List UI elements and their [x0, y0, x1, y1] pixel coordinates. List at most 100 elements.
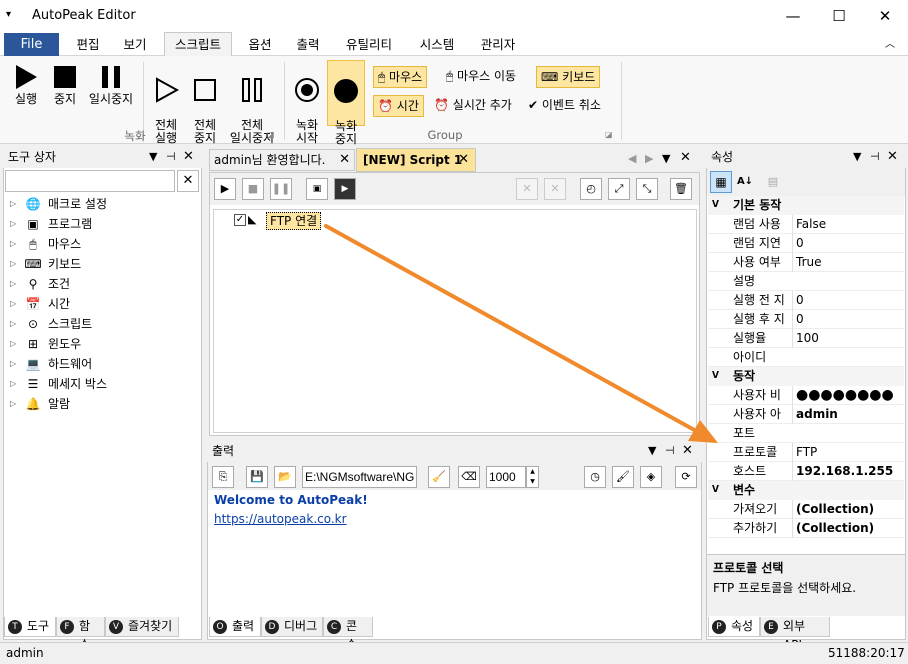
run-button[interactable]: 실행 — [8, 64, 44, 106]
quick-access-caret-icon[interactable]: ▾ — [6, 9, 11, 20]
scroll-tabs-right-icon[interactable]: ▶ — [645, 152, 653, 165]
prop-row[interactable]: 포트 — [708, 424, 904, 443]
close-panel-icon[interactable]: ✕ — [887, 149, 898, 164]
collapse-icon[interactable]: ⤡ — [636, 178, 658, 200]
tree-item-script[interactable]: ▷ ⊙ 스크립트 — [10, 314, 92, 334]
clean-icon[interactable]: 🧹 — [428, 466, 450, 488]
fill-icon[interactable]: ◈ — [640, 466, 662, 488]
event-cancel-button[interactable]: ✔ 이벤트 취소 — [524, 95, 605, 117]
menu-file[interactable]: File — [4, 33, 59, 56]
tab-output[interactable]: O 출력 — [209, 617, 261, 637]
panel-menu-icon[interactable]: ▼ — [149, 150, 157, 163]
tree-item-time[interactable]: ▷ 📅 시간 — [10, 294, 70, 314]
script-run-button[interactable]: ▶ — [214, 178, 236, 200]
prop-row[interactable]: 추가하기 (Collection) — [708, 519, 904, 538]
tree-item-macro-settings[interactable]: ▷ 🌐 매크로 설정 — [10, 194, 107, 214]
collapse-ribbon-icon[interactable]: ︿ — [880, 35, 900, 55]
script-pause-button[interactable]: ❚❚ — [270, 178, 292, 200]
categorized-icon[interactable]: ▦ — [710, 171, 732, 193]
sort-alpha-icon[interactable]: A↓ — [734, 171, 756, 193]
toolbox-search-input[interactable] — [5, 170, 175, 192]
tab-script-1[interactable]: [NEW] Script 1 ✕ — [356, 148, 476, 172]
clock-icon[interactable]: ◷ — [584, 466, 606, 488]
menu-admin[interactable]: 관리자 — [470, 35, 526, 55]
maximize-button[interactable]: ☐ — [816, 0, 862, 32]
tree-item-mouse[interactable]: ▷ 🖱 마우스 — [10, 234, 81, 254]
prop-row[interactable]: 가져오기 (Collection) — [708, 500, 904, 519]
tab-console[interactable]: C콘솔 — [323, 617, 373, 652]
realtime-add-button[interactable]: ⏰ 실시간 추가 — [430, 95, 516, 117]
menu-options[interactable]: 옵션 — [240, 35, 280, 55]
clear-search-button[interactable]: ✕ — [177, 170, 199, 192]
menu-system[interactable]: 시스템 — [410, 35, 464, 55]
menu-output[interactable]: 출력 — [288, 35, 328, 55]
disabled-tool-button[interactable]: ✕ — [544, 178, 566, 200]
save-log-icon[interactable]: ⎘ — [212, 466, 234, 488]
close-tab-icon[interactable]: ✕ — [458, 149, 469, 171]
prop-row[interactable]: 호스트 192.168.1.255 — [708, 462, 904, 481]
tab-external-api[interactable]: E외부 API — [760, 617, 830, 652]
tree-item-message-box[interactable]: ▷ ☰ 메세지 박스 — [10, 374, 107, 394]
stop-all-button[interactable]: 전체 중지 — [187, 64, 223, 145]
prop-row[interactable]: 랜덤 사용 False — [708, 215, 904, 234]
tree-item-condition[interactable]: ▷ ⚲ 조건 — [10, 274, 70, 294]
output-link[interactable]: https://autopeak.co.kr — [214, 512, 347, 526]
prop-row[interactable]: 사용자 아 admin — [708, 405, 904, 424]
panel-menu-icon[interactable]: ▼ — [648, 444, 656, 457]
expand-icon[interactable]: ⤢ — [608, 178, 630, 200]
close-panel-icon[interactable]: ✕ — [682, 443, 693, 458]
tree-item-keyboard[interactable]: ▷ ⌨ 키보드 — [10, 254, 81, 274]
output-path-input[interactable] — [302, 466, 417, 488]
tab-functions[interactable]: F함수 — [56, 617, 105, 652]
script-stop-button[interactable]: ■ — [242, 178, 264, 200]
scroll-tabs-left-icon[interactable]: ◀ — [628, 152, 636, 165]
pin-icon[interactable]: ⊣ — [166, 150, 176, 163]
prop-row[interactable]: 사용자 비 ●●●●●●●● — [708, 386, 904, 405]
close-panel-icon[interactable]: ✕ — [183, 149, 194, 164]
prop-row[interactable]: 사용 여부 True — [708, 253, 904, 272]
panel-menu-icon[interactable]: ▼ — [853, 150, 861, 163]
line-count-input[interactable] — [486, 466, 526, 488]
menu-utility[interactable]: 유틸리티 — [336, 35, 402, 55]
ftp-connect-node[interactable]: FTP 연결 — [266, 212, 322, 230]
record-start-button[interactable]: 녹화 시작 — [290, 64, 324, 145]
tab-tools[interactable]: T 도구 — [4, 617, 56, 637]
tree-item-alarm[interactable]: ▷ 🔔 알람 — [10, 394, 70, 414]
time-toggle[interactable]: ⏰ 시간 — [373, 95, 424, 117]
prop-row[interactable]: 랜덤 지연 0 — [708, 234, 904, 253]
close-window-button[interactable]: ✕ — [862, 0, 908, 32]
tree-item-hardware[interactable]: ▷ 💻 하드웨어 — [10, 354, 92, 374]
prop-category-variables[interactable]: ᐯ 변수 — [708, 481, 904, 500]
save-icon[interactable]: 💾 — [246, 466, 268, 488]
record-stop-button[interactable]: 녹화 중지 — [327, 60, 365, 146]
prop-row[interactable]: 아이디 — [708, 348, 904, 367]
keyboard-toggle[interactable]: ⌨ 키보드 — [536, 66, 601, 88]
dialog-launcher-icon[interactable]: ◪ — [605, 130, 613, 139]
mouse-move-toggle[interactable]: 🖱 마우스 이동 — [442, 66, 520, 88]
prop-row[interactable]: 설명 — [708, 272, 904, 291]
dialog-launcher-icon[interactable]: ◪ — [267, 130, 275, 139]
prop-category-basic[interactable]: ᐯ 기본 동작 — [708, 196, 904, 215]
pin-icon[interactable]: ⊣ — [870, 150, 880, 163]
menu-edit[interactable]: 편집 — [68, 35, 108, 55]
run-from-here-button[interactable]: ▶ — [334, 178, 356, 200]
count-spinner[interactable]: ▲ ▼ — [526, 466, 539, 488]
eraser-icon[interactable]: ⌫ — [458, 466, 480, 488]
menu-script[interactable]: 스크립트 — [164, 32, 232, 57]
tab-favorites[interactable]: V 즐겨찾기 — [105, 617, 179, 637]
tab-welcome[interactable]: admin님 환영합니다. ✕ — [209, 149, 355, 171]
pause-button[interactable]: 일시중지 — [84, 64, 138, 106]
brush-icon[interactable]: 🖌 — [612, 466, 634, 488]
prop-row-protocol[interactable]: 프로토콜 FTP — [708, 443, 904, 462]
property-pages-icon[interactable]: ▤ — [762, 171, 784, 193]
pin-icon[interactable]: ⊣ — [665, 444, 675, 457]
tab-properties[interactable]: P 속성 — [708, 617, 760, 637]
disabled-tool-button[interactable]: ✕ — [516, 178, 538, 200]
tab-list-icon[interactable]: ▼ — [662, 152, 670, 165]
prop-row[interactable]: 실행 후 지 0 — [708, 310, 904, 329]
mouse-toggle[interactable]: 🖱 마우스 — [373, 66, 428, 88]
tree-item-program[interactable]: ▷ ▣ 프로그램 — [10, 214, 92, 234]
delete-icon[interactable]: 🗑 — [670, 178, 692, 200]
tab-debug[interactable]: D 디버그 — [261, 617, 323, 637]
prop-category-action[interactable]: ᐯ 동작 — [708, 367, 904, 386]
